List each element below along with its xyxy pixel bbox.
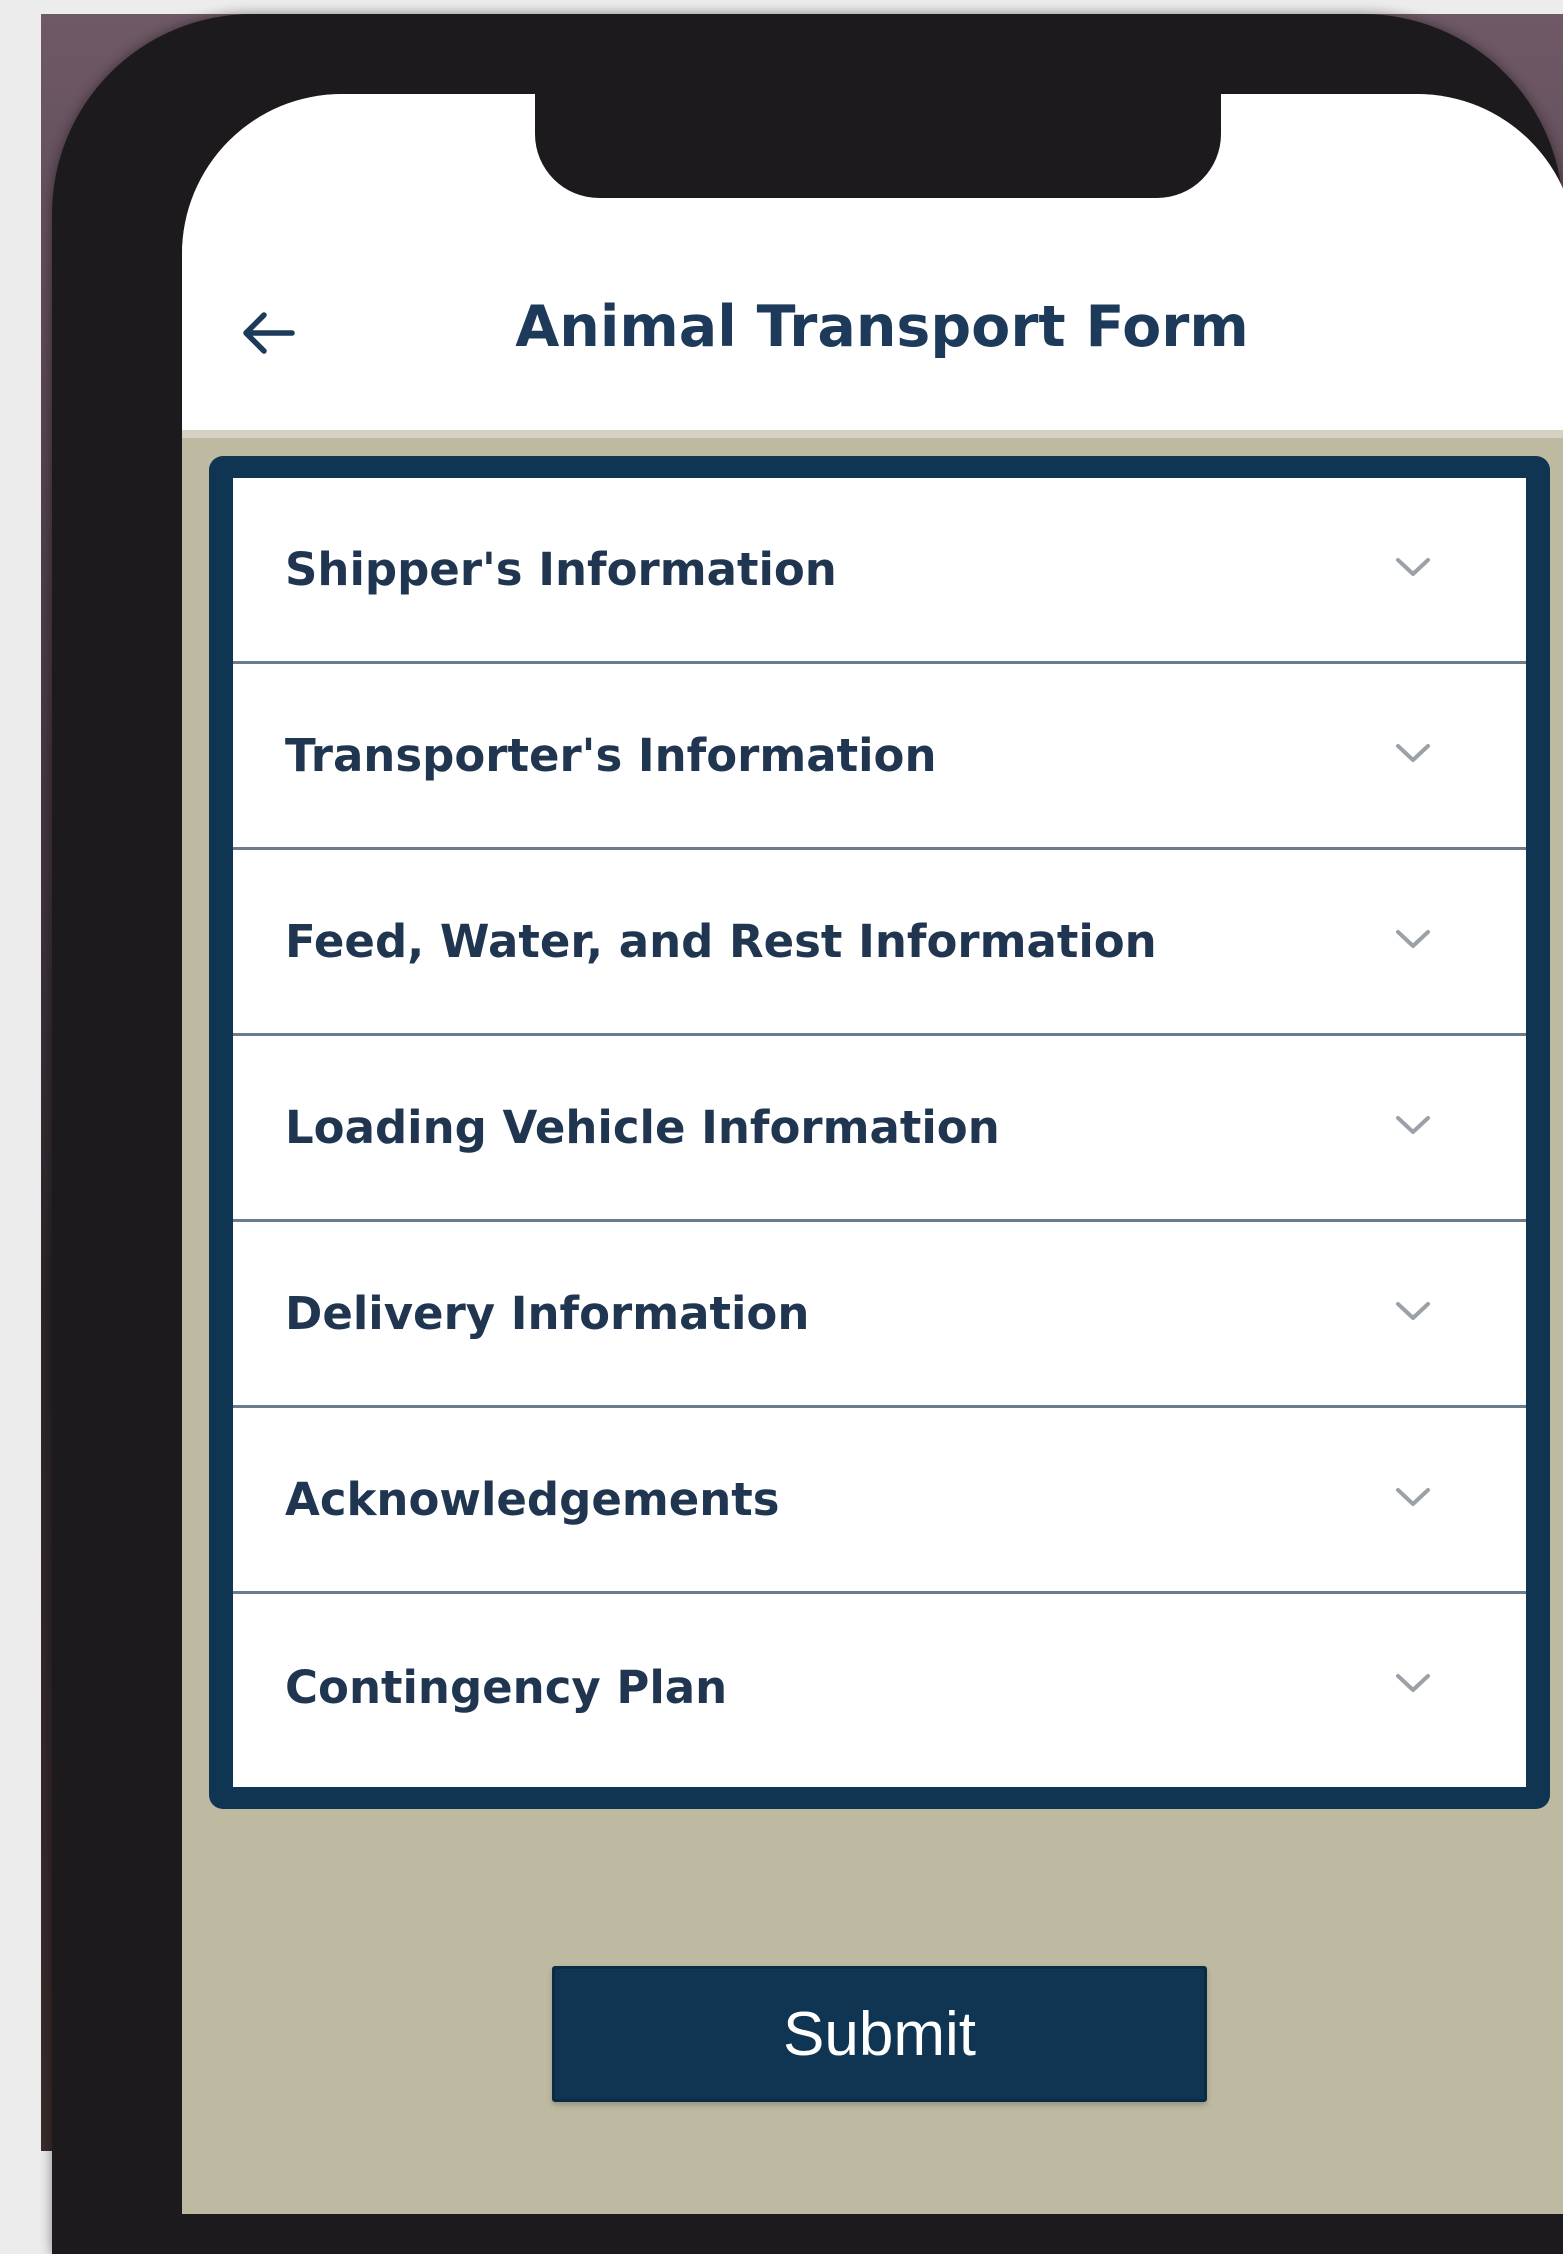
- section-shippers-information[interactable]: Shipper's Information: [233, 478, 1526, 664]
- section-feed-water-rest-information[interactable]: Feed, Water, and Rest Information: [233, 850, 1526, 1036]
- section-loading-vehicle-information[interactable]: Loading Vehicle Information: [233, 1036, 1526, 1222]
- form-sections-card: Shipper's Information Transporter's Info…: [209, 456, 1550, 1809]
- chevron-down-icon: [1396, 1674, 1430, 1692]
- section-label: Loading Vehicle Information: [285, 1101, 1000, 1154]
- section-label: Feed, Water, and Rest Information: [285, 915, 1157, 968]
- phone-notch: [535, 94, 1221, 198]
- chevron-down-icon: [1396, 558, 1430, 576]
- chevron-down-icon: [1396, 744, 1430, 762]
- section-label: Acknowledgements: [285, 1473, 780, 1526]
- section-contingency-plan[interactable]: Contingency Plan: [233, 1594, 1526, 1780]
- form-sections-list: Shipper's Information Transporter's Info…: [233, 478, 1526, 1787]
- section-transporters-information[interactable]: Transporter's Information: [233, 664, 1526, 850]
- arrow-left-icon: [243, 312, 295, 354]
- page-title: Animal Transport Form: [515, 294, 1249, 360]
- back-button[interactable]: [234, 299, 302, 367]
- phone-screen: Animal Transport Form Shipper's Informat…: [182, 94, 1563, 2214]
- submit-button[interactable]: Submit: [552, 1966, 1207, 2102]
- section-label: Contingency Plan: [285, 1660, 728, 1714]
- section-label: Transporter's Information: [285, 729, 937, 782]
- phone-frame: Animal Transport Form Shipper's Informat…: [52, 14, 1563, 2254]
- chevron-down-icon: [1396, 1488, 1430, 1506]
- section-delivery-information[interactable]: Delivery Information: [233, 1222, 1526, 1408]
- chevron-down-icon: [1396, 1116, 1430, 1134]
- section-acknowledgements[interactable]: Acknowledgements: [233, 1408, 1526, 1594]
- section-label: Shipper's Information: [285, 543, 837, 596]
- section-label: Delivery Information: [285, 1287, 810, 1340]
- chevron-down-icon: [1396, 930, 1430, 948]
- chevron-down-icon: [1396, 1302, 1430, 1320]
